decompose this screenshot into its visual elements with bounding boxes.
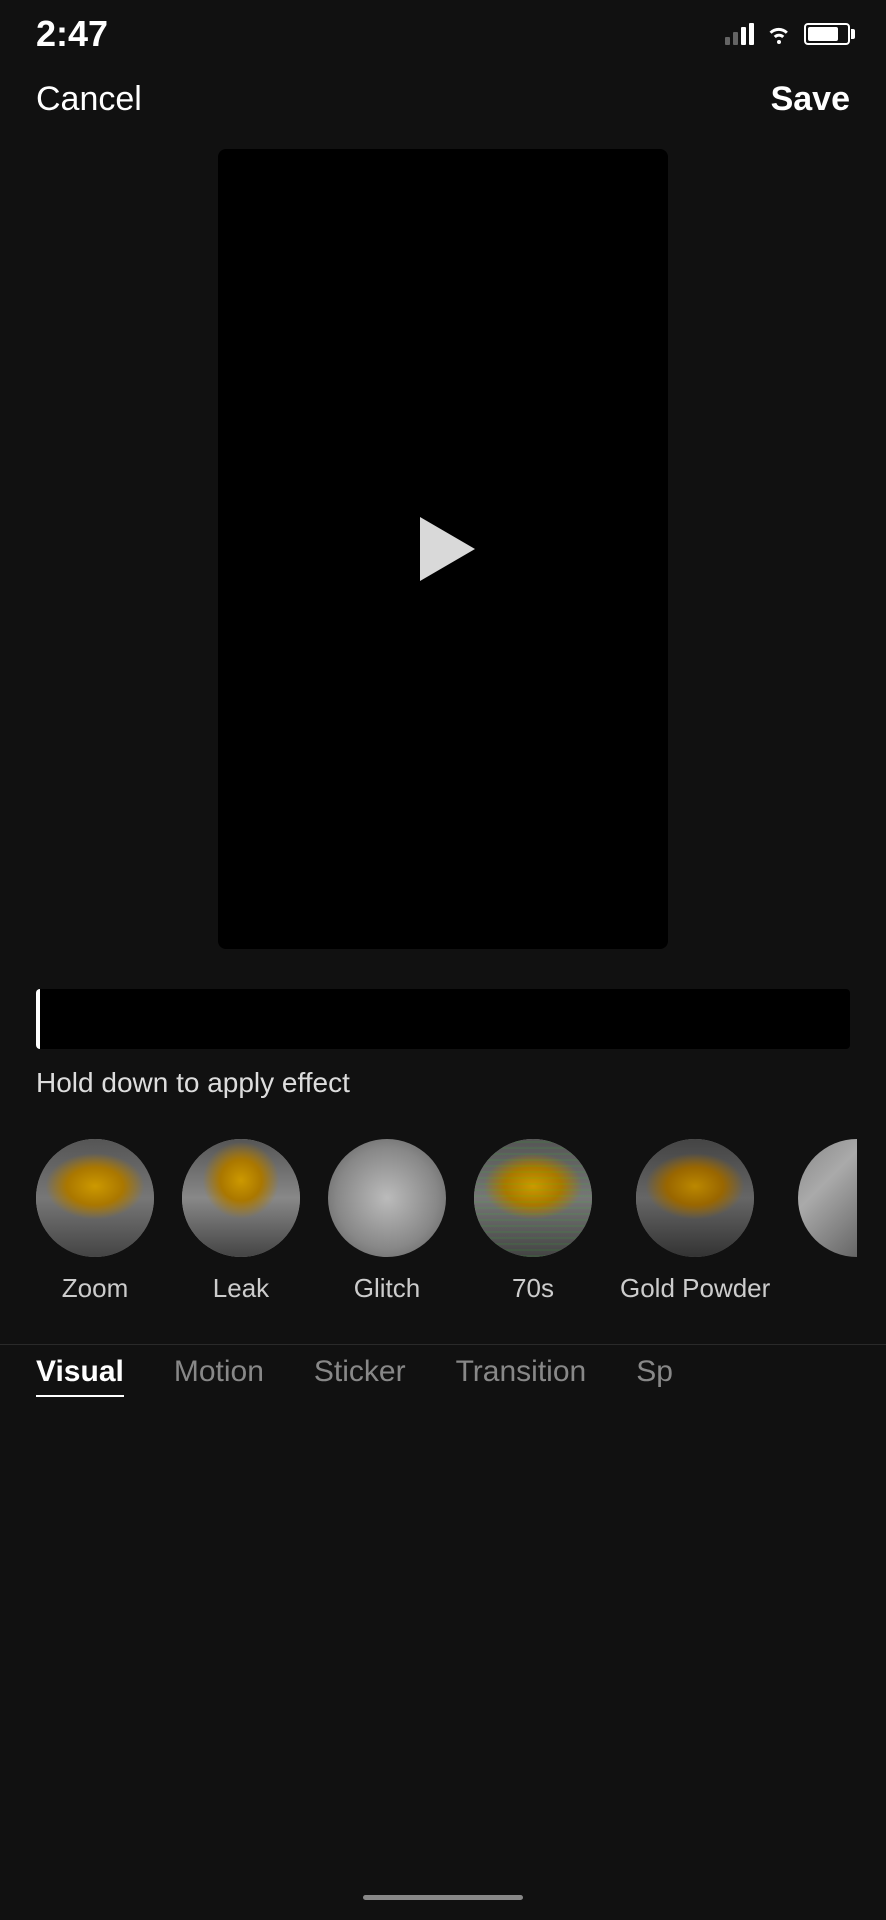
cancel-button[interactable]: Cancel (36, 80, 142, 119)
effect-70s-thumb (474, 1139, 592, 1257)
timeline-section: Hold down to apply effect (0, 959, 886, 1129)
status-icons (725, 23, 850, 45)
home-bar (363, 1895, 523, 1900)
effect-glitch-label: Glitch (354, 1273, 420, 1304)
tab-sp[interactable]: Sp (636, 1355, 673, 1397)
effect-zoom-thumb (36, 1139, 154, 1257)
battery-icon (804, 23, 850, 45)
tab-visual[interactable]: Visual (36, 1355, 124, 1397)
signal-icon (725, 23, 754, 45)
tab-sticker[interactable]: Sticker (314, 1355, 406, 1397)
effect-leak-thumb (182, 1139, 300, 1257)
effect-leak-label: Leak (213, 1273, 269, 1304)
video-player[interactable] (218, 149, 668, 949)
effect-glitch-thumb (328, 1139, 446, 1257)
effect-partial[interactable] (798, 1139, 857, 1304)
effects-row: Zoom Leak Glitch 70s Gold Powder (0, 1129, 886, 1334)
effect-leak[interactable]: Leak (182, 1139, 300, 1304)
home-indicator (0, 1879, 886, 1920)
category-tabs: Visual Motion Sticker Transition Sp (0, 1344, 886, 1427)
effect-gold-thumb (636, 1139, 754, 1257)
status-bar: 2:47 (0, 0, 886, 60)
effect-gold-powder[interactable]: Gold Powder (620, 1139, 770, 1304)
play-button[interactable] (420, 517, 475, 581)
hold-text: Hold down to apply effect (36, 1067, 850, 1099)
effect-gold-label: Gold Powder (620, 1273, 770, 1304)
save-button[interactable]: Save (771, 80, 850, 119)
effect-70s[interactable]: 70s (474, 1139, 592, 1304)
tab-motion[interactable]: Motion (174, 1355, 264, 1397)
status-time: 2:47 (36, 13, 108, 55)
effect-partial-thumb (798, 1139, 857, 1257)
effect-zoom-label: Zoom (62, 1273, 128, 1304)
effect-zoom[interactable]: Zoom (36, 1139, 154, 1304)
tab-transition[interactable]: Transition (456, 1355, 587, 1397)
effect-glitch[interactable]: Glitch (328, 1139, 446, 1304)
top-bar: Cancel Save (0, 60, 886, 139)
wifi-icon (766, 24, 792, 44)
effect-70s-label: 70s (512, 1273, 554, 1304)
timeline-bar[interactable] (36, 989, 850, 1049)
